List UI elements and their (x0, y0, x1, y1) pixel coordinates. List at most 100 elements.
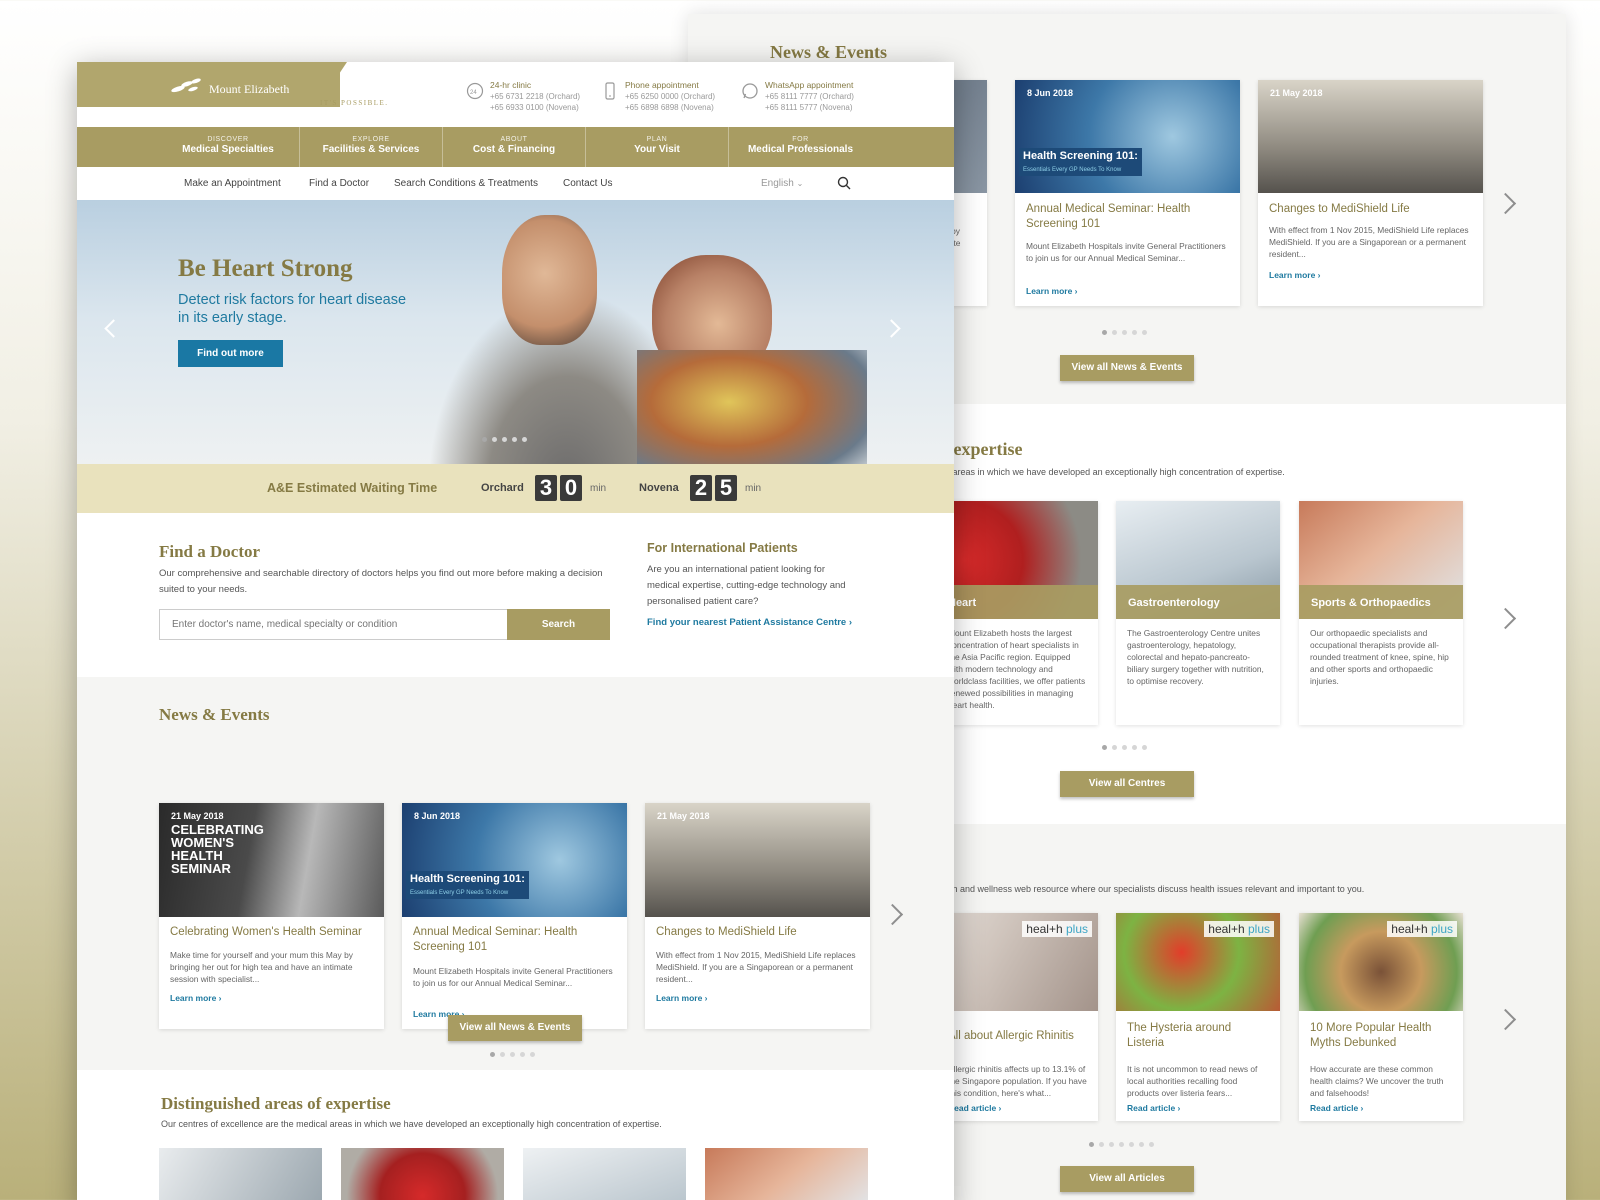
expertise-desc: al areas in which we have developed an e… (943, 467, 1285, 477)
news-card-health-screening[interactable]: 8 Jun 2018 Health Screening 101: Essenti… (402, 803, 627, 1029)
carousel-dots[interactable] (1102, 745, 1147, 750)
learn-more-link[interactable]: Learn more › (170, 993, 222, 1003)
hero-subtitle-1: Detect risk factors for heart disease (178, 292, 407, 308)
secondary-navigation: Make an Appointment Find a Doctor Search… (77, 167, 954, 200)
nav-cost-financing[interactable]: ABOUT Cost & Financing (443, 127, 586, 167)
read-article-link[interactable]: Read article › (1310, 1103, 1363, 1113)
contact-whatsapp[interactable]: WhatsApp appointment +65 8111 7777 (Orch… (742, 80, 854, 113)
subnav-contact-us[interactable]: Contact Us (563, 178, 612, 189)
view-all-articles-button[interactable]: View all Articles (1060, 1166, 1194, 1192)
hero-next-icon[interactable] (882, 319, 901, 338)
find-doctor-desc: Our comprehensive and searchable directo… (159, 568, 603, 595)
image-banner: Health Screening 101: (410, 873, 525, 885)
centre-text: The Gastroenterology Centre unites gastr… (1127, 628, 1264, 686)
health-plus-logo: heal+h plus (1387, 921, 1457, 937)
image-banner-sub: Essentials Every GP Needs To Know (1023, 167, 1122, 173)
contact-24hr[interactable]: 24 24-hr clinic +65 6731 2218 (Orchard) … (466, 80, 580, 113)
doctor-search-input[interactable] (159, 609, 508, 640)
contact-phone[interactable]: Phone appointment +65 6250 0000 (Orchard… (605, 80, 715, 113)
intl-patients-title: For International Patients (647, 541, 798, 555)
nav-your-visit[interactable]: PLAN Your Visit (586, 127, 729, 167)
view-all-news-button[interactable]: View all News & Events (448, 1015, 582, 1041)
find-doctor-title: Find a Doctor (159, 542, 261, 561)
view-all-news-button[interactable]: View all News & Events (1060, 355, 1194, 381)
article-card-listeria[interactable]: heal+h plus The Hysteria around Listeria… (1116, 913, 1280, 1121)
article-title: All about Allergic Rhinitis (948, 1030, 1074, 1042)
carousel-next-icon[interactable] (885, 905, 899, 929)
centre-card-gastro[interactable]: Gastroenterology The Gastroenterology Ce… (1116, 501, 1280, 725)
centre-thumbnail[interactable] (705, 1148, 868, 1200)
centre-thumbnail[interactable] (523, 1148, 686, 1200)
news-card-womens-health[interactable]: 21 May 2018 CELEBRATING WOMEN'S HEALTH S… (159, 803, 384, 1029)
news-card-title: Annual Medical Seminar: Health Screening… (413, 926, 578, 953)
nav-facilities-services[interactable]: EXPLORE Facilities & Services (300, 127, 443, 167)
carousel-dots[interactable] (490, 1052, 535, 1057)
nav-medical-professionals[interactable]: FOR Medical Professionals (729, 127, 872, 167)
centre-text: Our orthopaedic specialists and occupati… (1310, 628, 1449, 686)
news-card-text: Mount Elizabeth Hospitals invite General… (413, 966, 613, 988)
news-card-health-screening[interactable]: 8 Jun 2018 Health Screening 101: Essenti… (1015, 80, 1240, 306)
view-all-centres-button[interactable]: View all Centres (1060, 771, 1194, 797)
subnav-find-doctor[interactable]: Find a Doctor (309, 178, 369, 189)
article-image: heal+h plus (1116, 913, 1280, 1011)
carousel-next-icon[interactable] (1498, 1010, 1512, 1034)
carousel-dots[interactable] (1089, 1142, 1154, 1147)
orchard-unit: min (590, 483, 607, 494)
learn-more-link[interactable]: Learn more › (1269, 270, 1321, 280)
phone-icon (605, 82, 615, 100)
hero-scarf (637, 350, 867, 464)
news-events-section: News & Events 21 May 2018 CELEBRATING WO… (77, 677, 954, 1070)
news-card-image: 21 May 2018 CELEBRATING WOMEN'S HEALTH S… (159, 803, 384, 917)
search-button[interactable]: Search (507, 609, 610, 640)
expertise-section: Distinguished areas of expertise Our cen… (77, 1070, 954, 1200)
centre-thumbnail[interactable] (341, 1148, 504, 1200)
subnav-make-appointment[interactable]: Make an Appointment (184, 178, 281, 189)
subnav-search-conditions[interactable]: Search Conditions & Treatments (394, 178, 538, 189)
learn-more-link[interactable]: Learn more › (1026, 286, 1078, 296)
article-image: heal+h plus (1299, 913, 1463, 1011)
news-date: 8 Jun 2018 (414, 811, 461, 821)
news-date: 21 May 2018 (171, 811, 224, 821)
centre-thumbnail[interactable] (159, 1148, 322, 1200)
news-card-image: 21 May 2018 (645, 803, 870, 917)
carousel-next-icon[interactable] (1498, 194, 1512, 218)
news-card-text: Mount Elizabeth Hospitals invite General… (1026, 241, 1226, 263)
health-plus-logo: heal+h plus (1204, 921, 1274, 937)
read-article-link[interactable]: Read article › (1127, 1103, 1180, 1113)
health-plus-logo: heal+h plus (1022, 921, 1092, 937)
news-card-medishield[interactable]: 21 May 2018 Changes to MediShield Life W… (1258, 80, 1483, 306)
read-article-link[interactable]: Read article › (948, 1103, 1001, 1113)
news-card-image: 8 Jun 2018 Health Screening 101: Essenti… (402, 803, 627, 917)
patient-assistance-link[interactable]: Find your nearest Patient Assistance Cen… (647, 617, 852, 628)
waiting-time-label: A&E Estimated Waiting Time (267, 481, 438, 495)
search-icon[interactable] (837, 176, 851, 190)
image-banner-sub: Essentials Every GP Needs To Know (410, 890, 509, 896)
news-card-medishield[interactable]: 21 May 2018 Changes to MediShield Life W… (645, 803, 870, 1029)
language-select[interactable]: English ⌄ (761, 178, 803, 189)
hero-banner: Be Heart Strong Detect risk factors for … (77, 200, 954, 464)
find-out-more-button[interactable]: Find out more (178, 340, 283, 367)
nav-medical-specialties[interactable]: DISCOVER Medical Specialties (157, 127, 300, 167)
orchard-wait-digits: 30 (535, 475, 585, 501)
news-title: News & Events (159, 705, 270, 724)
news-card-title: Annual Medical Seminar: Health Screening… (1026, 203, 1191, 230)
learn-more-link[interactable]: Learn more › (656, 993, 708, 1003)
image-banner: CELEBRATING WOMEN'S HEALTH SEMINAR (171, 822, 264, 876)
article-title: 10 More Popular Health Myths Debunked (1310, 1022, 1432, 1049)
news-card-text: With effect from 1 Nov 2015, MediShield … (656, 950, 856, 984)
hero-prev-icon[interactable] (104, 319, 123, 338)
find-doctor-section: Find a Doctor Our comprehensive and sear… (77, 513, 954, 677)
hero-dots[interactable] (482, 437, 527, 442)
news-card-text: Make time for yourself and your mum this… (170, 950, 353, 984)
news-title: News & Events (770, 42, 887, 62)
expertise-desc: Our centres of excellence are the medica… (161, 1119, 662, 1129)
mount-elizabeth-logo-icon (171, 78, 201, 93)
centre-card-sports[interactable]: Sports & Orthopaedics Our orthopaedic sp… (1299, 501, 1463, 725)
carousel-dots[interactable] (1102, 330, 1147, 335)
novena-unit: min (745, 483, 762, 494)
article-card-myths[interactable]: heal+h plus 10 More Popular Health Myths… (1299, 913, 1463, 1121)
news-card-image: 8 Jun 2018 Health Screening 101: Essenti… (1015, 80, 1240, 193)
news-card-title: Celebrating Women's Health Seminar (170, 926, 362, 938)
news-card-text: With effect from 1 Nov 2015, MediShield … (1269, 225, 1469, 259)
carousel-next-icon[interactable] (1498, 609, 1512, 633)
